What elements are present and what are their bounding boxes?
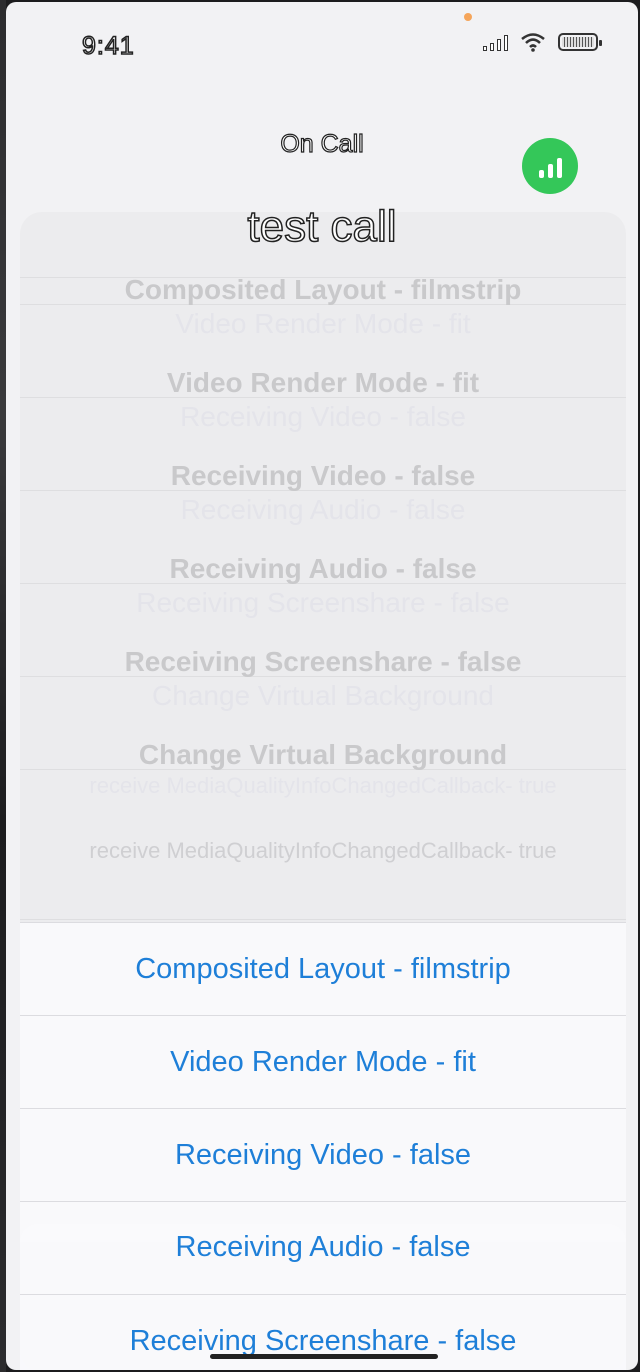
call-title: test call (247, 201, 398, 252)
list-item-label: Video Render Mode - fit (166, 367, 480, 398)
action-sheet-lower: Receiving Audio - false Receiving Screen… (20, 1224, 626, 1370)
action-receiving-video[interactable]: Receiving Video - false (20, 1109, 626, 1202)
battery-icon (558, 33, 602, 51)
list-item-label: Receiving Audio - false (169, 553, 477, 584)
camera-indicator-dot (464, 13, 472, 21)
list-item-label: Receiving Screenshare - false (124, 646, 522, 677)
list-item-label: receive MediaQualityInfoChangedCallback-… (89, 838, 557, 863)
list-item: Receiving Video - false Receiving Audio … (20, 398, 626, 525)
signal-icon (483, 33, 508, 51)
status-bar: 9:41 (6, 2, 638, 82)
action-receiving-audio[interactable]: Receiving Audio - false (20, 1201, 626, 1294)
list-item-label: Composited Layout - filmstrip (124, 274, 522, 305)
list-item: Change Virtual Background receive MediaQ… (20, 677, 626, 798)
wifi-icon (521, 33, 545, 52)
action-sheet: Composited Layout - filmstrip Video Rend… (20, 922, 626, 1242)
list-item-label: Receiving Video - false (170, 460, 476, 491)
list-item: Receiving Audio - false Receiving Screen… (20, 491, 626, 618)
list-item: Video Render Mode - fit Receiving Video … (20, 305, 626, 432)
action-video-render-mode[interactable]: Video Render Mode - fit (20, 1016, 626, 1109)
network-quality-icon[interactable] (522, 138, 578, 194)
status-time: 9:41 (81, 31, 135, 61)
list-item-label: Change Virtual Background (138, 739, 508, 770)
phone-screen: 9:41 On Call Composited Layout - filmstr… (6, 2, 638, 1370)
status-icons (483, 32, 602, 52)
list-item: receive MediaQualityInfoChangedCallback-… (20, 770, 626, 920)
action-composited-layout[interactable]: Composited Layout - filmstrip (20, 923, 626, 1016)
home-indicator[interactable] (210, 1354, 438, 1359)
list-item: Receiving Screenshare - false Change Vir… (20, 584, 626, 711)
